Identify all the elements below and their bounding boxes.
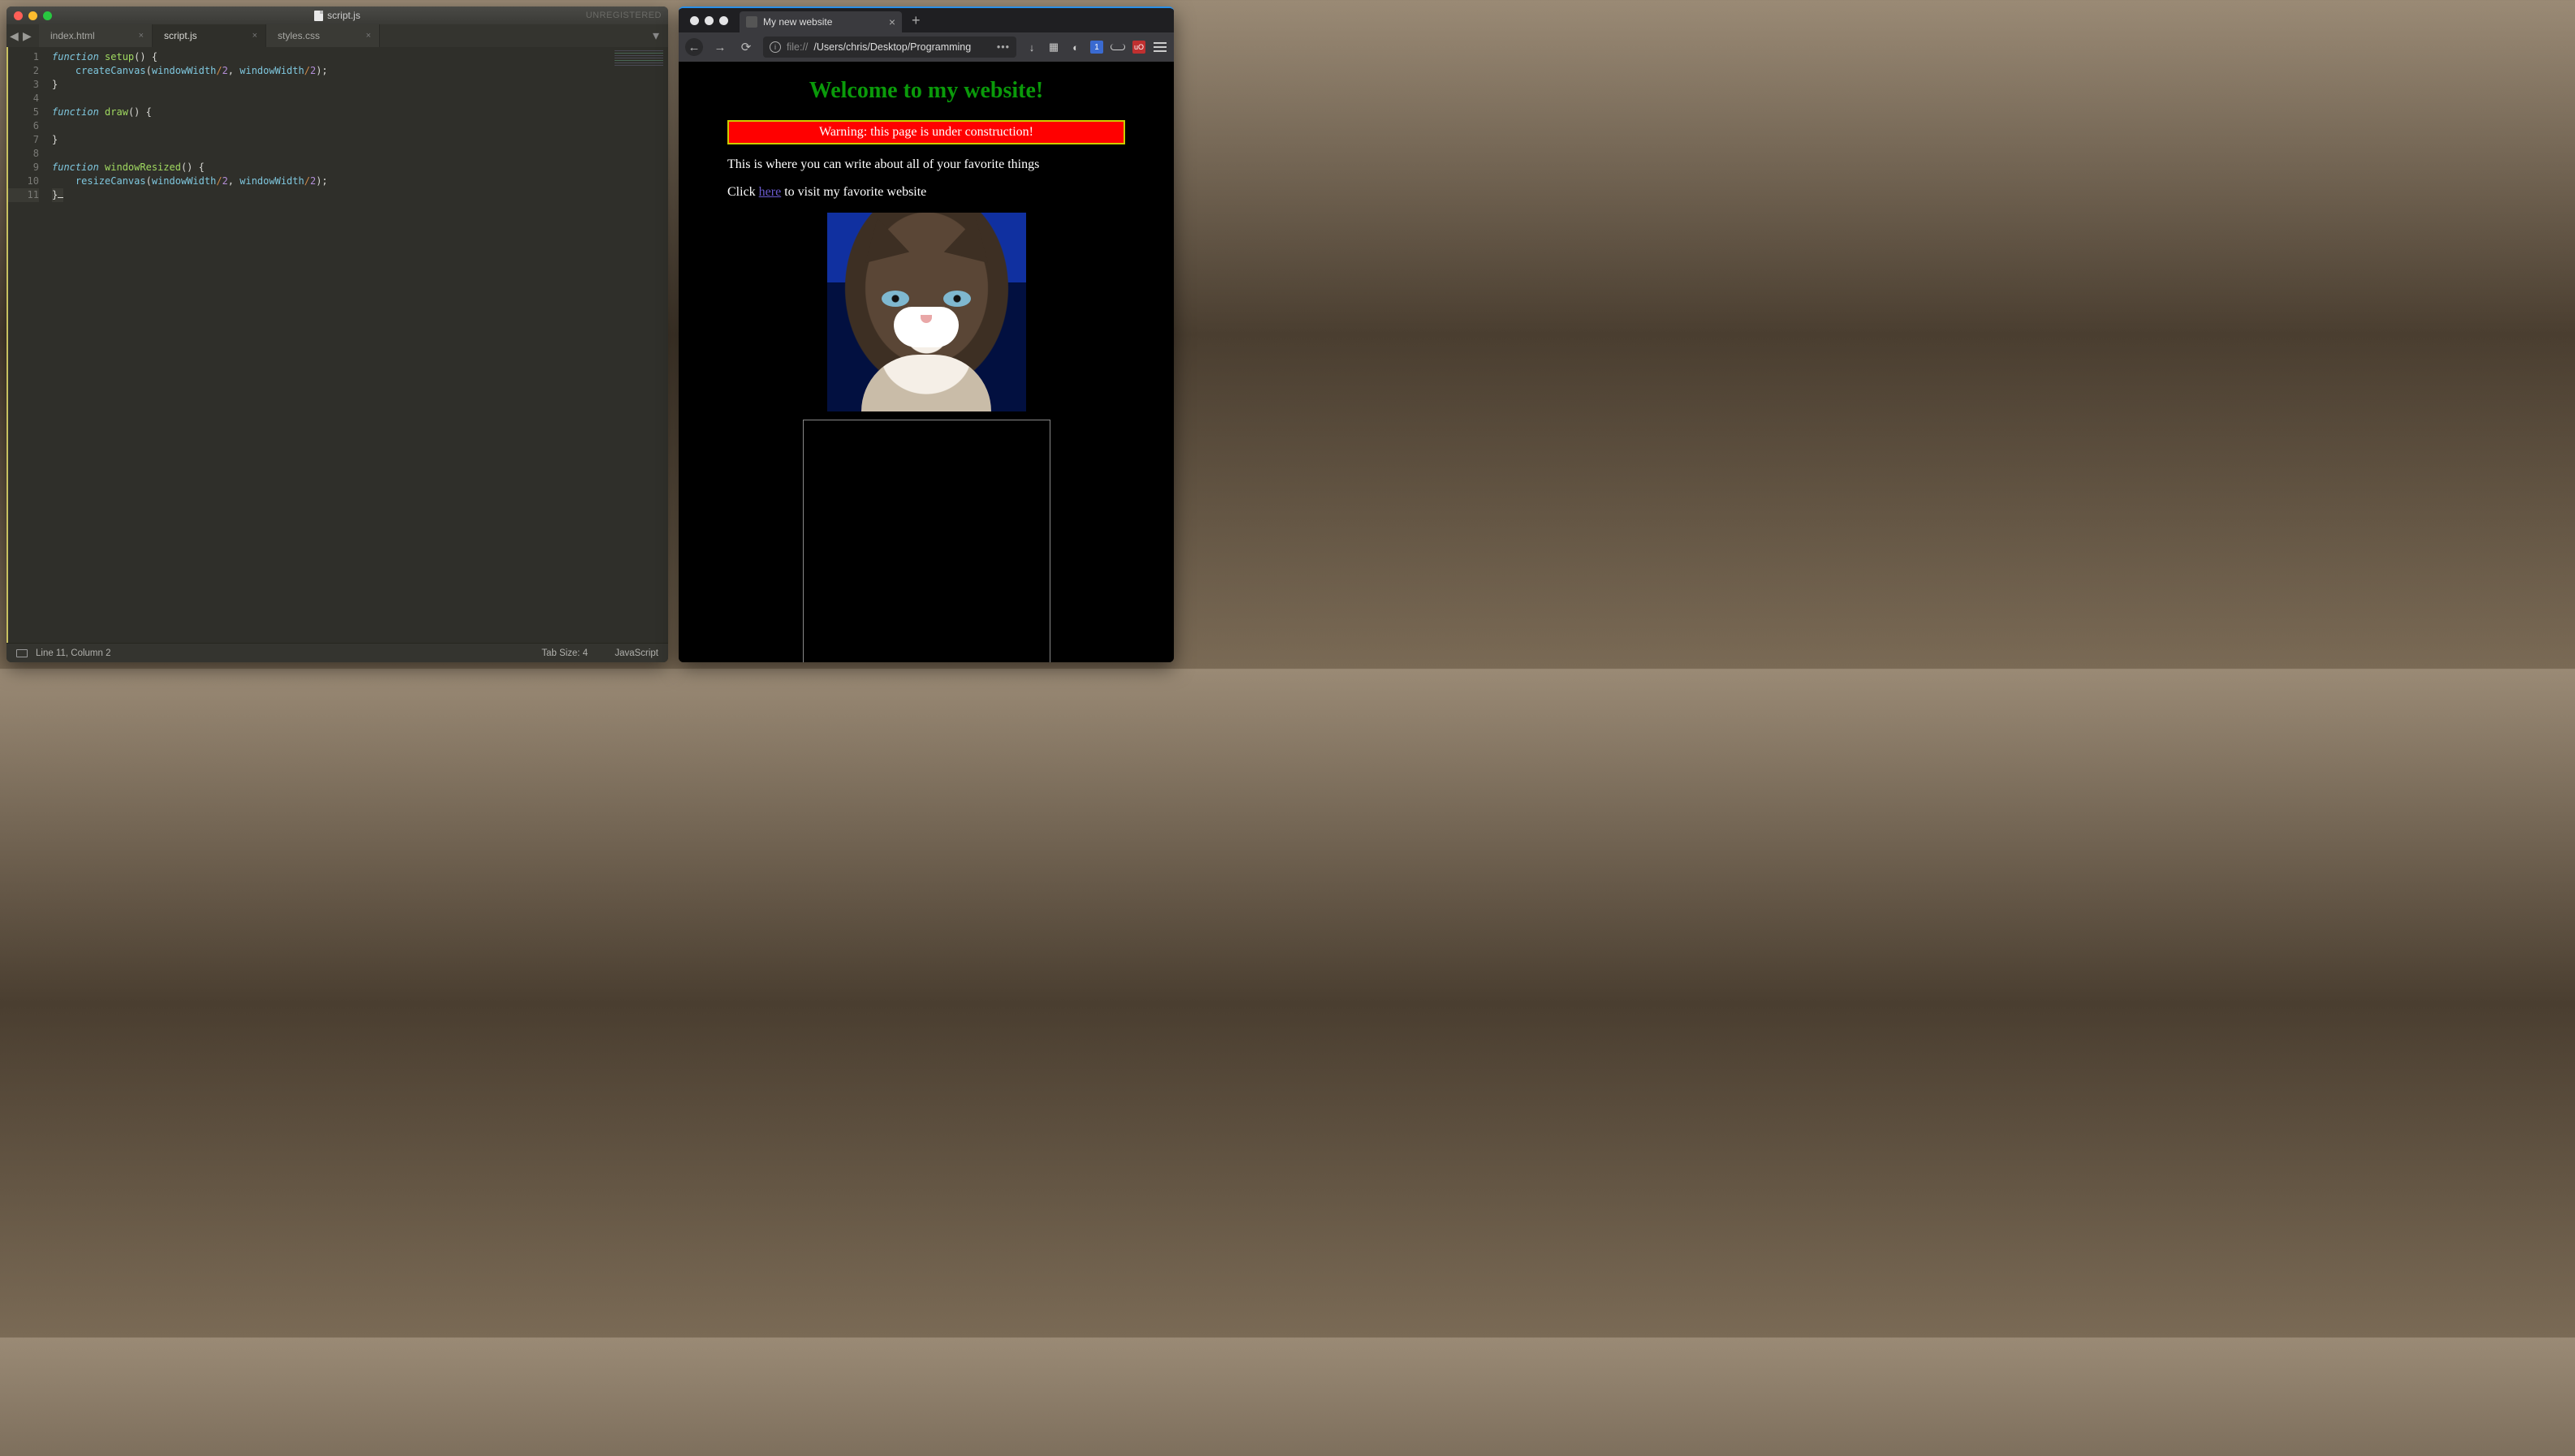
downloads-icon[interactable]: ↓	[1024, 40, 1039, 54]
minimize-icon[interactable]	[705, 16, 714, 25]
panel-icon[interactable]	[16, 649, 28, 657]
webpage-content: Welcome to my website! Warning: this pag…	[679, 62, 1174, 662]
tab-label: index.html	[50, 30, 95, 41]
line-gutter: 1234567891011	[6, 47, 47, 643]
site-info-icon[interactable]: i	[770, 41, 781, 53]
editor-body[interactable]: 1234567891011 function setup() { createC…	[6, 47, 668, 643]
url-scheme: file://	[787, 41, 808, 53]
tab-label: styles.css	[278, 30, 320, 41]
editor-tab[interactable]: script.js ×	[153, 24, 266, 47]
page-heading: Welcome to my website!	[727, 78, 1125, 104]
browser-viewport[interactable]: Welcome to my website! Warning: this pag…	[679, 62, 1174, 662]
unregistered-label: UNREGISTERED	[586, 11, 662, 20]
p5-canvas[interactable]	[803, 420, 1050, 662]
cat-image	[827, 213, 1026, 411]
minimize-icon[interactable]	[28, 11, 37, 20]
nav-back-icon[interactable]: ◀	[10, 30, 21, 41]
tab-close-icon[interactable]: ×	[139, 31, 144, 41]
editor-titlebar[interactable]: script.js UNREGISTERED	[6, 6, 668, 24]
reload-button[interactable]: ⟳	[737, 38, 755, 56]
editor-tab[interactable]: index.html ×	[39, 24, 153, 47]
intro-text: This is where you can write about all of…	[727, 157, 1125, 172]
language-mode[interactable]: JavaScript	[615, 648, 658, 658]
close-icon[interactable]	[14, 11, 23, 20]
cursor-position[interactable]: Line 11, Column 2	[36, 648, 110, 658]
favicon-icon	[746, 16, 757, 28]
warning-banner: Warning: this page is under construction…	[727, 120, 1125, 144]
browser-window: My new website × + ← → ⟳ i file:// /Users…	[679, 6, 1174, 662]
url-text: /Users/chris/Desktop/Programming	[813, 41, 971, 53]
tab-close-icon[interactable]: ×	[252, 31, 257, 41]
close-icon[interactable]	[690, 16, 699, 25]
library-icon[interactable]: ▦	[1046, 40, 1061, 54]
browser-tab[interactable]: My new website ×	[740, 11, 902, 32]
tab-label: script.js	[164, 30, 197, 41]
file-icon	[314, 11, 323, 21]
notification-badge[interactable]: 1	[1090, 41, 1103, 54]
minimap[interactable]	[615, 50, 663, 75]
account-icon[interactable]: ◐	[1068, 40, 1083, 54]
tab-close-icon[interactable]: ×	[366, 31, 371, 41]
back-button[interactable]: ←	[685, 38, 703, 56]
adblock-icon[interactable]: uO	[1132, 41, 1145, 54]
maximize-icon[interactable]	[719, 16, 728, 25]
forward-button[interactable]: →	[711, 38, 729, 56]
editor-title: script.js	[327, 10, 360, 21]
browser-tabstrip: My new website × +	[679, 8, 1174, 32]
tab-close-icon[interactable]: ×	[889, 15, 895, 28]
nav-forward-icon[interactable]: ▶	[23, 30, 34, 41]
page-actions-icon[interactable]: •••	[997, 41, 1010, 53]
menu-button[interactable]	[1153, 40, 1167, 54]
browser-toolbar: ← → ⟳ i file:// /Users/chris/Desktop/Prog…	[679, 32, 1174, 62]
favorite-link[interactable]: here	[759, 185, 782, 199]
url-bar[interactable]: i file:// /Users/chris/Desktop/Programmin…	[763, 37, 1016, 58]
editor-statusbar: Line 11, Column 2 Tab Size: 4 JavaScript	[6, 643, 668, 662]
maximize-icon[interactable]	[43, 11, 52, 20]
tab-title: My new website	[763, 16, 832, 28]
code-area[interactable]: function setup() { createCanvas(windowWi…	[47, 47, 668, 643]
reader-icon[interactable]	[1111, 40, 1125, 54]
new-tab-icon[interactable]: +	[912, 12, 921, 29]
editor-window: script.js UNREGISTERED ◀ ▶ index.html×sc…	[6, 6, 668, 662]
editor-tab[interactable]: styles.css ×	[266, 24, 380, 47]
tab-size[interactable]: Tab Size: 4	[541, 648, 588, 658]
tab-overflow-icon[interactable]: ▾	[647, 28, 665, 44]
editor-tabbar: ◀ ▶ index.html × script.js × styles.css × ▾	[6, 24, 668, 47]
link-paragraph: Click here to visit my favorite website	[727, 185, 1125, 200]
